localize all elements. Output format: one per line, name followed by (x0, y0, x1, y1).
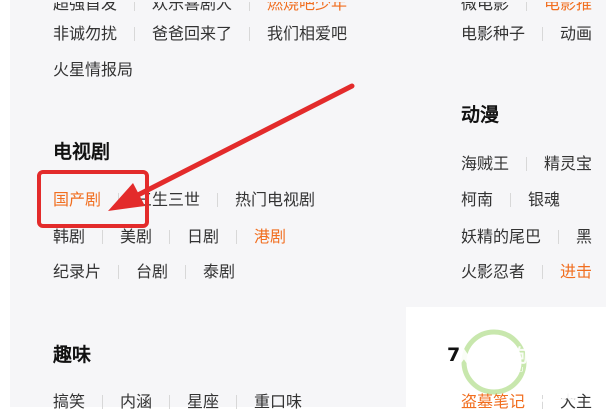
annotation-arrow-icon (108, 83, 355, 211)
